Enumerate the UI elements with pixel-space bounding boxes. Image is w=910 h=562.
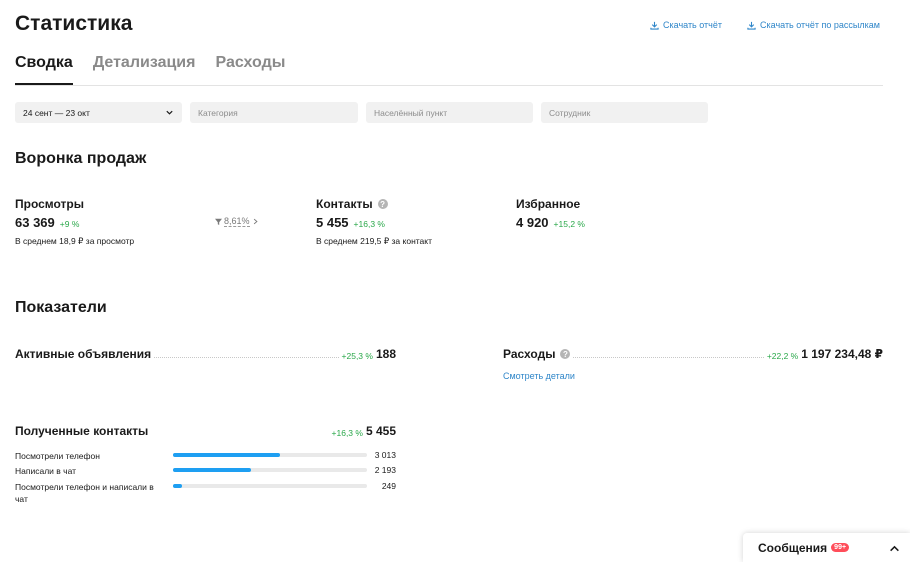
favorites-label: Избранное bbox=[516, 197, 581, 211]
employee-placeholder: Сотрудник bbox=[549, 107, 591, 118]
messages-badge: 99+ bbox=[831, 543, 850, 552]
breakdown-bar-track bbox=[173, 484, 367, 488]
breakdown-value: 2 193 bbox=[374, 465, 396, 475]
views-value-group: 63 369 +9 % bbox=[15, 215, 79, 230]
expenses-value: 1 197 234,48 ₽ bbox=[801, 347, 883, 361]
download-icon bbox=[747, 21, 756, 30]
tabs-divider bbox=[15, 85, 883, 86]
expenses-change: +22,2 % bbox=[766, 351, 799, 361]
period-select[interactable]: 24 сент — 23 окт bbox=[15, 102, 182, 123]
filter-funnel-icon bbox=[215, 218, 222, 225]
active-ads-label: Активные объявления bbox=[15, 347, 152, 361]
leader-dots bbox=[573, 357, 764, 358]
views-value: 63 369 bbox=[15, 215, 55, 230]
city-placeholder: Населённый пункт bbox=[374, 107, 448, 118]
expenses-row: Расходы ? +22,2 % 1 197 234,48 ₽ bbox=[503, 347, 883, 361]
category-placeholder: Категория bbox=[198, 107, 238, 118]
contacts-value: 5 455 bbox=[316, 215, 349, 230]
active-ads-change: +25,3 % bbox=[341, 351, 373, 361]
messages-panel-toggle[interactable]: Сообщения 99+ bbox=[743, 533, 910, 562]
city-input[interactable]: Населённый пункт bbox=[366, 102, 533, 123]
indicators-title: Показатели bbox=[15, 299, 107, 316]
tab-bar: Сводка Детализация Расходы bbox=[15, 54, 285, 85]
views-label: Просмотры bbox=[15, 197, 85, 211]
contacts-change: +16,3 % bbox=[353, 219, 385, 229]
conversion-value: 8,61% bbox=[224, 216, 250, 227]
chevron-down-icon bbox=[166, 110, 173, 115]
breakdown-bar-fill bbox=[173, 484, 182, 488]
breakdown-value: 3 013 bbox=[374, 450, 396, 460]
active-ads-row: Активные объявления +25,3 % 188 bbox=[15, 347, 396, 361]
received-contacts-change: +16,3 % bbox=[331, 428, 363, 438]
employee-input[interactable]: Сотрудник bbox=[541, 102, 708, 123]
download-icon bbox=[650, 21, 659, 30]
contacts-average: В среднем 219,5 ₽ за контакт bbox=[316, 236, 432, 246]
breakdown-label: Посмотрели телефон bbox=[15, 451, 100, 461]
funnel-title: Воронка продаж bbox=[15, 150, 147, 167]
breakdown-bar-track bbox=[173, 453, 367, 457]
breakdown-label: Написали в чат bbox=[15, 466, 77, 476]
chevron-up-icon bbox=[890, 545, 899, 552]
favorites-value-group: 4 920 +15,2 % bbox=[516, 215, 585, 230]
contacts-value-group: 5 455 +16,3 % bbox=[316, 215, 385, 230]
breakdown-bar-fill bbox=[173, 453, 281, 457]
contacts-label: Контакты ? bbox=[316, 197, 388, 211]
breakdown-bar-track bbox=[173, 468, 367, 472]
views-average: В среднем 18,9 ₽ за просмотр bbox=[15, 236, 135, 246]
period-value: 24 сент — 23 окт bbox=[23, 107, 90, 118]
help-icon[interactable]: ? bbox=[560, 349, 571, 359]
view-details-link[interactable]: Смотреть детали bbox=[503, 371, 575, 381]
active-ads-value: 188 bbox=[375, 347, 396, 361]
tab-details[interactable]: Детализация bbox=[93, 54, 196, 85]
conversion-toggle[interactable]: 8,61% bbox=[215, 216, 259, 227]
tab-summary[interactable]: Сводка bbox=[15, 54, 73, 85]
breakdown-bar-fill bbox=[173, 468, 251, 472]
messages-label: Сообщения bbox=[758, 540, 828, 555]
breakdown-value: 249 bbox=[381, 481, 396, 491]
help-icon[interactable]: ? bbox=[377, 199, 388, 209]
chevron-right-icon bbox=[253, 218, 258, 225]
tab-expenses[interactable]: Расходы bbox=[215, 54, 285, 85]
category-input[interactable]: Категория bbox=[190, 102, 358, 123]
views-change: +9 % bbox=[59, 219, 80, 229]
leader-dots bbox=[154, 357, 339, 358]
download-mailing-report-label: Скачать отчёт по рассылкам bbox=[760, 20, 880, 30]
received-contacts-value: 5 455 bbox=[365, 424, 396, 438]
favorites-value: 4 920 bbox=[516, 215, 549, 230]
received-contacts-row: Полученные контакты +16,3 % 5 455 bbox=[15, 424, 396, 438]
download-mailing-report-link[interactable]: Скачать отчёт по рассылкам bbox=[747, 20, 880, 30]
download-report-link[interactable]: Скачать отчёт bbox=[650, 20, 722, 30]
download-report-label: Скачать отчёт bbox=[663, 20, 722, 30]
breakdown-label: Посмотрели телефон и написали в чат bbox=[15, 482, 154, 504]
received-contacts-label: Полученные контакты bbox=[15, 424, 149, 438]
favorites-change: +15,2 % bbox=[553, 219, 585, 229]
expenses-label: Расходы ? bbox=[503, 347, 571, 361]
page-title: Статистика bbox=[15, 12, 133, 35]
